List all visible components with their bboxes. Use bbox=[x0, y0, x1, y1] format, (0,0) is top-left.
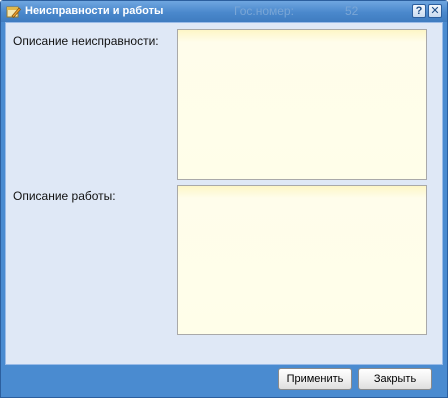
work-description-field[interactable] bbox=[177, 185, 427, 335]
apply-button[interactable]: Применить bbox=[278, 368, 352, 390]
edit-window-icon bbox=[6, 4, 22, 19]
help-icon: ? bbox=[415, 5, 423, 17]
fault-description-field[interactable] bbox=[177, 29, 427, 180]
help-button[interactable]: ? bbox=[412, 4, 426, 18]
background-value: 52 bbox=[345, 4, 359, 18]
dialog-body: Описание неисправности: Описание работы: bbox=[5, 22, 443, 365]
background-label: Гос.номер: bbox=[234, 4, 294, 18]
dialog-footer: Применить Закрыть bbox=[1, 365, 447, 397]
dialog-titlebar[interactable]: Неисправности и работы Гос.номер: 52 ? ✕ bbox=[1, 1, 447, 22]
close-window-button[interactable]: ✕ bbox=[428, 4, 442, 18]
close-icon: ✕ bbox=[430, 5, 440, 17]
fault-description-label: Описание неисправности: bbox=[13, 34, 159, 48]
close-button[interactable]: Закрыть bbox=[358, 368, 432, 390]
dialog-title: Неисправности и работы bbox=[25, 5, 164, 17]
dialog-window: Неисправности и работы Гос.номер: 52 ? ✕… bbox=[0, 0, 448, 398]
work-description-label: Описание работы: bbox=[13, 189, 116, 203]
